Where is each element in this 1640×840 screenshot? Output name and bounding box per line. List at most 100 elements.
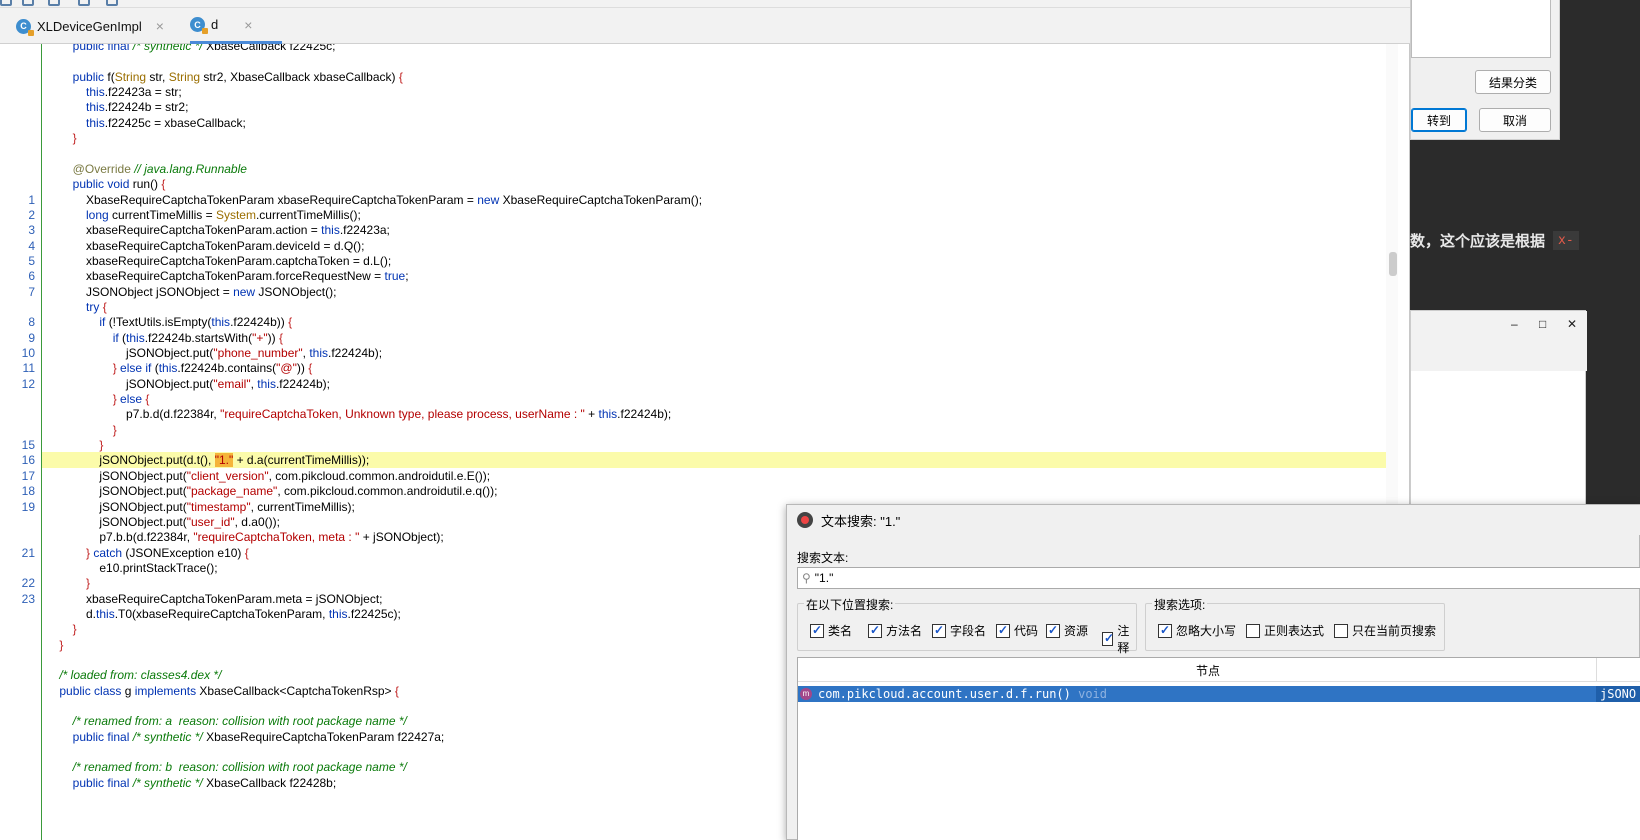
find-icon[interactable] bbox=[22, 0, 34, 6]
checkbox-1[interactable]: 方法名 bbox=[868, 622, 922, 639]
class-icon: C bbox=[16, 18, 34, 36]
code-token: String bbox=[168, 69, 204, 84]
code-line[interactable]: public f(String str, String str2, XbaseC… bbox=[42, 69, 1398, 85]
code-line[interactable]: long currentTimeMillis = System.currentT… bbox=[42, 207, 1398, 223]
code-token: } bbox=[72, 622, 77, 637]
code-line[interactable]: } bbox=[42, 437, 1398, 453]
code-line[interactable]: } else if (this.f22424b.contains("@")) { bbox=[42, 360, 1398, 376]
checkbox-1[interactable]: 正则表达式 bbox=[1246, 622, 1324, 639]
code-token: public final bbox=[72, 729, 133, 744]
code-line[interactable]: jSONObject.put("email", this.f22424b); bbox=[42, 376, 1398, 392]
code-line[interactable]: xbaseRequireCaptchaTokenParam.captchaTok… bbox=[42, 253, 1398, 269]
code-token: , com.pikcloud.common.androidutil.e.E())… bbox=[268, 468, 491, 483]
code-token: currentTimeMillis = bbox=[112, 207, 216, 222]
checkbox-checked-icon[interactable] bbox=[1046, 623, 1060, 638]
checkbox-checked-icon[interactable] bbox=[1102, 631, 1114, 646]
window-titlebar: – □ ✕ bbox=[1411, 311, 1587, 371]
code-line[interactable]: @Override // java.lang.Runnable bbox=[42, 161, 1398, 177]
code-token: xbaseRequireCaptchaTokenParam.captchaTok… bbox=[46, 253, 392, 268]
checkbox-empty-icon[interactable] bbox=[1334, 623, 1348, 638]
checkbox-5[interactable]: 注释 bbox=[1102, 622, 1136, 656]
code-token: ; bbox=[405, 269, 409, 284]
toolbar bbox=[0, 0, 1410, 8]
checkbox-empty-icon[interactable] bbox=[1246, 623, 1260, 638]
code-token: p7.b.b(d.f22384r, bbox=[46, 530, 194, 545]
gear-icon[interactable] bbox=[0, 0, 12, 6]
tab-xldevicegenimpl[interactable]: C XLDeviceGenImpl × bbox=[16, 8, 176, 44]
minimize-icon[interactable]: – bbox=[1511, 317, 1518, 331]
refresh-icon[interactable] bbox=[48, 0, 60, 6]
code-token: JSONObject(); bbox=[258, 284, 337, 299]
checkbox-2[interactable]: 只在当前页搜索 bbox=[1334, 622, 1436, 639]
maximize-icon[interactable]: □ bbox=[1539, 317, 1546, 331]
goto-text-area[interactable] bbox=[1411, 0, 1551, 58]
code-line[interactable]: xbaseRequireCaptchaTokenParam.forceReque… bbox=[42, 268, 1398, 284]
code-line[interactable]: } else { bbox=[42, 391, 1398, 407]
close-icon[interactable]: × bbox=[244, 17, 252, 33]
code-token: this bbox=[211, 315, 231, 330]
code-line[interactable]: this.f22423a = str; bbox=[42, 84, 1398, 100]
code-line[interactable]: jSONObject.put(d.t(), "1." + d.a(current… bbox=[42, 452, 1398, 469]
checkbox-0[interactable]: 忽略大小写 bbox=[1158, 622, 1236, 639]
code-line[interactable]: } bbox=[42, 422, 1398, 438]
code-line[interactable]: XbaseRequireCaptchaTokenParam xbaseRequi… bbox=[42, 192, 1398, 208]
code-line[interactable]: JSONObject jSONObject = new JSONObject()… bbox=[42, 284, 1398, 300]
code-token: { bbox=[161, 177, 166, 192]
code-token: XbaseCallback<CaptchaTokenRsp> bbox=[199, 683, 395, 698]
column-divider[interactable] bbox=[1596, 658, 1597, 682]
code-line[interactable]: this.f22425c = xbaseCallback; bbox=[42, 115, 1398, 131]
checkbox-checked-icon[interactable] bbox=[868, 623, 882, 638]
tab-d[interactable]: C d × bbox=[190, 8, 282, 44]
code-token: public void bbox=[72, 177, 133, 192]
code-line[interactable]: jSONObject.put("package_name", com.pikcl… bbox=[42, 483, 1398, 499]
search-input[interactable]: ⚲ "1." bbox=[797, 567, 1640, 589]
code-line[interactable]: jSONObject.put("phone_number", this.f224… bbox=[42, 345, 1398, 361]
classify-results-button[interactable]: 结果分类 bbox=[1475, 70, 1551, 94]
code-token: else bbox=[120, 392, 146, 407]
code-line[interactable]: p7.b.d(d.f22384r, "requireCaptchaToken, … bbox=[42, 406, 1398, 422]
checkbox-checked-icon[interactable] bbox=[932, 623, 946, 638]
code-line[interactable]: xbaseRequireCaptchaTokenParam.deviceId =… bbox=[42, 238, 1398, 254]
code-line[interactable]: jSONObject.put("client_version", com.pik… bbox=[42, 468, 1398, 484]
code-token: this bbox=[598, 407, 618, 422]
checkbox-0[interactable]: 类名 bbox=[810, 622, 852, 639]
save-icon[interactable] bbox=[78, 0, 90, 6]
code-token: JSONObject jSONObject = bbox=[46, 284, 234, 299]
close-icon[interactable]: ✕ bbox=[1567, 317, 1577, 331]
checkbox-3[interactable]: 代码 bbox=[996, 622, 1038, 639]
column-node[interactable]: 节点 bbox=[1196, 662, 1220, 679]
checkbox-4[interactable]: 资源 bbox=[1046, 622, 1088, 639]
checkbox-2[interactable]: 字段名 bbox=[932, 622, 986, 639]
tools-icon[interactable] bbox=[106, 0, 118, 6]
code-line[interactable]: public void run() { bbox=[42, 176, 1398, 192]
code-line[interactable]: try { bbox=[42, 299, 1398, 315]
checkbox-checked-icon[interactable] bbox=[996, 623, 1010, 638]
code-line[interactable]: if (this.f22424b.startsWith("+")) { bbox=[42, 330, 1398, 346]
code-token: { bbox=[394, 683, 399, 698]
code-token: } bbox=[59, 637, 64, 652]
background-article-text: 数，这个应该是根据 x- bbox=[1410, 228, 1579, 252]
code-token: } bbox=[112, 361, 121, 376]
close-icon[interactable]: × bbox=[156, 18, 164, 34]
line-number: 5 bbox=[28, 253, 35, 268]
table-row[interactable]: m com.pikcloud.account.user.d.f.run() vo… bbox=[798, 686, 1640, 702]
code-line[interactable]: } bbox=[42, 130, 1398, 146]
checkbox-checked-icon[interactable] bbox=[1158, 623, 1172, 638]
code-line[interactable] bbox=[42, 145, 1398, 161]
code-line[interactable]: this.f22424b = str2; bbox=[42, 99, 1398, 115]
goto-button[interactable]: 转到 bbox=[1411, 108, 1467, 132]
code-token: /* renamed from: a reason: collision wit… bbox=[72, 714, 407, 729]
line-number: 9 bbox=[28, 330, 35, 345]
checkbox-checked-icon[interactable] bbox=[810, 623, 824, 638]
cancel-button[interactable]: 取消 bbox=[1479, 108, 1551, 132]
code-line[interactable] bbox=[42, 53, 1398, 69]
code-token: .f22424b); bbox=[328, 346, 383, 360]
code-line[interactable]: xbaseRequireCaptchaTokenParam.action = t… bbox=[42, 222, 1398, 238]
code-line[interactable]: if (!TextUtils.isEmpty(this.f22424b)) { bbox=[42, 314, 1398, 330]
scrollbar-thumb[interactable] bbox=[1389, 252, 1397, 276]
